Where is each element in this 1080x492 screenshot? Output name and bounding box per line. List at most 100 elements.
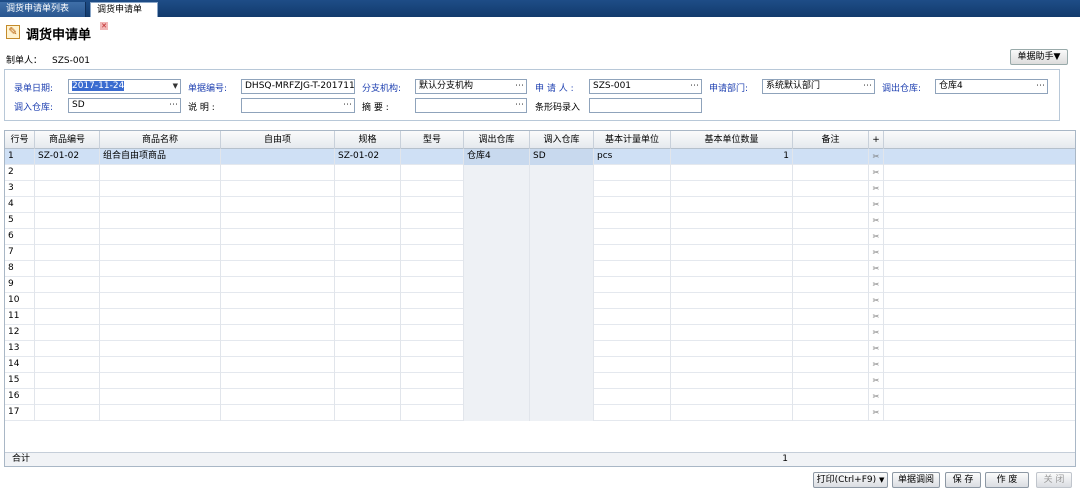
- delete-row-icon[interactable]: ✂: [869, 165, 884, 181]
- cell-out-wh[interactable]: [464, 309, 530, 325]
- cell-name[interactable]: 组合自由项商品: [100, 149, 221, 165]
- cell-note[interactable]: [793, 197, 869, 213]
- cell-qty[interactable]: [671, 229, 793, 245]
- cell-in-wh[interactable]: [530, 277, 594, 293]
- cell-spec[interactable]: [335, 261, 401, 277]
- cell-out-wh[interactable]: [464, 213, 530, 229]
- table-row[interactable]: 14 ✂: [5, 357, 1075, 373]
- out-warehouse-input[interactable]: 仓库4 ⋯: [935, 79, 1048, 94]
- cell-spec[interactable]: [335, 245, 401, 261]
- delete-row-icon[interactable]: ✂: [869, 245, 884, 261]
- cell-code[interactable]: [35, 293, 100, 309]
- cell-qty[interactable]: [671, 373, 793, 389]
- cell-spec[interactable]: [335, 293, 401, 309]
- cell-in-wh[interactable]: [530, 341, 594, 357]
- cell-model[interactable]: [401, 277, 464, 293]
- cell-free[interactable]: [221, 277, 335, 293]
- description-input[interactable]: ⋯: [241, 98, 355, 113]
- delete-row-icon[interactable]: ✂: [869, 181, 884, 197]
- document-query-button[interactable]: 单据调阅: [892, 472, 940, 488]
- cell-code[interactable]: [35, 373, 100, 389]
- cell-in-wh[interactable]: [530, 405, 594, 421]
- browse-icon[interactable]: ⋯: [343, 99, 352, 112]
- cell-code[interactable]: [35, 229, 100, 245]
- cell-in-wh[interactable]: SD: [530, 149, 594, 165]
- delete-row-icon[interactable]: ✂: [869, 277, 884, 293]
- table-row[interactable]: 17 ✂: [5, 405, 1075, 421]
- cell-note[interactable]: [793, 373, 869, 389]
- col-header-code[interactable]: 商品编号: [35, 131, 100, 149]
- cell-model[interactable]: [401, 405, 464, 421]
- delete-row-icon[interactable]: ✂: [869, 389, 884, 405]
- cell-note[interactable]: [793, 309, 869, 325]
- cell-qty[interactable]: [671, 165, 793, 181]
- tab-transfer-request[interactable]: 调货申请单 ✕: [90, 2, 158, 30]
- cell-qty[interactable]: [671, 309, 793, 325]
- cell-code[interactable]: [35, 197, 100, 213]
- cell-qty[interactable]: [671, 325, 793, 341]
- cell-model[interactable]: [401, 181, 464, 197]
- table-row[interactable]: 9 ✂: [5, 277, 1075, 293]
- cell-in-wh[interactable]: [530, 389, 594, 405]
- cell-qty[interactable]: [671, 277, 793, 293]
- cell-free[interactable]: [221, 165, 335, 181]
- cell-unit[interactable]: pcs: [594, 149, 671, 165]
- cell-free[interactable]: [221, 341, 335, 357]
- cell-name[interactable]: [100, 373, 221, 389]
- cell-code[interactable]: [35, 341, 100, 357]
- cell-name[interactable]: [100, 197, 221, 213]
- cell-in-wh[interactable]: [530, 229, 594, 245]
- cell-code[interactable]: [35, 261, 100, 277]
- cell-out-wh[interactable]: [464, 277, 530, 293]
- cell-note[interactable]: [793, 357, 869, 373]
- cell-out-wh[interactable]: [464, 165, 530, 181]
- cell-in-wh[interactable]: [530, 181, 594, 197]
- table-row[interactable]: 2 ✂: [5, 165, 1075, 181]
- table-row[interactable]: 3 ✂: [5, 181, 1075, 197]
- cell-unit[interactable]: [594, 293, 671, 309]
- cell-qty[interactable]: [671, 245, 793, 261]
- cell-model[interactable]: [401, 213, 464, 229]
- cell-qty[interactable]: [671, 341, 793, 357]
- cell-code[interactable]: [35, 181, 100, 197]
- cell-code[interactable]: [35, 389, 100, 405]
- print-button[interactable]: 打印(Ctrl+F9) ▼: [813, 472, 888, 488]
- cell-in-wh[interactable]: [530, 309, 594, 325]
- cell-free[interactable]: [221, 229, 335, 245]
- cell-spec[interactable]: [335, 405, 401, 421]
- table-row[interactable]: 10 ✂: [5, 293, 1075, 309]
- cell-spec[interactable]: [335, 165, 401, 181]
- browse-icon[interactable]: ⋯: [515, 99, 524, 112]
- browse-icon[interactable]: ⋯: [690, 80, 699, 93]
- cell-in-wh[interactable]: [530, 165, 594, 181]
- cell-name[interactable]: [100, 213, 221, 229]
- cell-unit[interactable]: [594, 389, 671, 405]
- cell-note[interactable]: [793, 165, 869, 181]
- cell-model[interactable]: [401, 229, 464, 245]
- cell-free[interactable]: [221, 357, 335, 373]
- delete-row-icon[interactable]: ✂: [869, 229, 884, 245]
- cell-unit[interactable]: [594, 341, 671, 357]
- browse-icon[interactable]: ⋯: [515, 80, 524, 93]
- cell-qty[interactable]: 1: [671, 149, 793, 165]
- cell-in-wh[interactable]: [530, 373, 594, 389]
- col-header-out-wh[interactable]: 调出仓库: [464, 131, 530, 149]
- table-row[interactable]: 11 ✂: [5, 309, 1075, 325]
- cell-spec[interactable]: [335, 229, 401, 245]
- delete-row-icon[interactable]: ✂: [869, 357, 884, 373]
- delete-row-icon[interactable]: ✂: [869, 341, 884, 357]
- col-header-spec[interactable]: 规格: [335, 131, 401, 149]
- cell-name[interactable]: [100, 389, 221, 405]
- cell-note[interactable]: [793, 341, 869, 357]
- col-header-free[interactable]: 自由项: [221, 131, 335, 149]
- cell-free[interactable]: [221, 213, 335, 229]
- cell-qty[interactable]: [671, 181, 793, 197]
- browse-icon[interactable]: ⋯: [1036, 80, 1045, 93]
- cell-note[interactable]: [793, 245, 869, 261]
- date-input[interactable]: 2017-11-24 ▼: [68, 79, 181, 94]
- cell-unit[interactable]: [594, 325, 671, 341]
- cell-name[interactable]: [100, 405, 221, 421]
- delete-row-icon[interactable]: ✂: [869, 373, 884, 389]
- table-row[interactable]: 8 ✂: [5, 261, 1075, 277]
- cell-note[interactable]: [793, 277, 869, 293]
